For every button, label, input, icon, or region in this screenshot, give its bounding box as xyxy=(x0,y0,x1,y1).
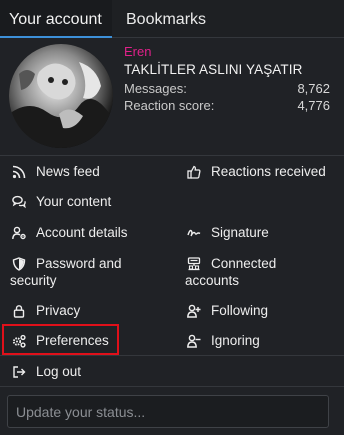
menu-your-content[interactable]: Your content xyxy=(10,193,111,210)
tab-bookmarks[interactable]: Bookmarks xyxy=(112,0,206,38)
avatar[interactable] xyxy=(9,44,113,148)
connected-accounts-icon xyxy=(185,255,203,272)
menu-following-label: Following xyxy=(211,303,269,318)
stat-messages-value: 8,762 xyxy=(297,81,330,96)
menu-password-security[interactable]: Password and xyxy=(10,255,122,272)
stat-reaction-score-label: Reaction score: xyxy=(124,98,215,113)
signature-icon xyxy=(185,224,203,241)
divider xyxy=(0,386,344,387)
menu-password-label-line1: Password and xyxy=(36,256,122,271)
menu-log-out[interactable]: Log out xyxy=(10,363,81,380)
menu-following[interactable]: Following xyxy=(185,302,268,319)
divider xyxy=(0,355,344,356)
stat-reaction-score: Reaction score: 4,776 xyxy=(124,98,330,113)
menu-privacy-label: Privacy xyxy=(36,303,81,318)
divider xyxy=(0,155,344,156)
preferences-highlight-box xyxy=(2,324,119,355)
user-cog-icon xyxy=(10,224,28,241)
stat-messages: Messages: 8,762 xyxy=(124,81,330,96)
menu-reactions-received-label: Reactions received xyxy=(211,164,326,179)
comments-icon xyxy=(10,193,28,210)
menu-news-feed[interactable]: News feed xyxy=(10,163,100,180)
menu-signature-label: Signature xyxy=(211,225,269,240)
status-input[interactable]: Update your status... xyxy=(7,395,329,428)
shield-icon xyxy=(10,255,28,272)
menu-reactions-received[interactable]: Reactions received xyxy=(185,163,326,180)
menu-account-details-label: Account details xyxy=(36,225,128,240)
menu-your-content-label: Your content xyxy=(36,194,112,209)
tab-your-account[interactable]: Your account xyxy=(0,0,112,38)
rss-icon xyxy=(10,163,28,180)
menu-ignoring-label: Ignoring xyxy=(211,333,260,348)
sign-out-icon xyxy=(10,363,28,380)
menu-account-details[interactable]: Account details xyxy=(10,224,128,241)
menu-privacy[interactable]: Privacy xyxy=(10,302,80,319)
thumbs-up-icon xyxy=(185,163,203,180)
menu-ignoring[interactable]: Ignoring xyxy=(185,332,260,349)
menu-connected-label-line2[interactable]: accounts xyxy=(185,272,239,289)
user-minus-icon xyxy=(185,332,203,349)
menu-password-label-line2[interactable]: security xyxy=(10,272,57,289)
account-tabs: Your account Bookmarks xyxy=(0,0,344,38)
lock-icon xyxy=(10,302,28,319)
profile-username[interactable]: Eren xyxy=(124,44,151,59)
menu-news-feed-label: News feed xyxy=(36,164,100,179)
menu-connected-accounts[interactable]: Connected xyxy=(185,255,276,272)
menu-connected-label-line1: Connected xyxy=(211,256,277,271)
stat-messages-label: Messages: xyxy=(124,81,187,96)
menu-signature[interactable]: Signature xyxy=(185,224,269,241)
profile-user-title: TAKLİTLER ASLINI YAŞATIR xyxy=(124,62,303,77)
menu-log-out-label: Log out xyxy=(36,364,82,379)
stat-reaction-score-value: 4,776 xyxy=(297,98,330,113)
user-plus-icon xyxy=(185,302,203,319)
